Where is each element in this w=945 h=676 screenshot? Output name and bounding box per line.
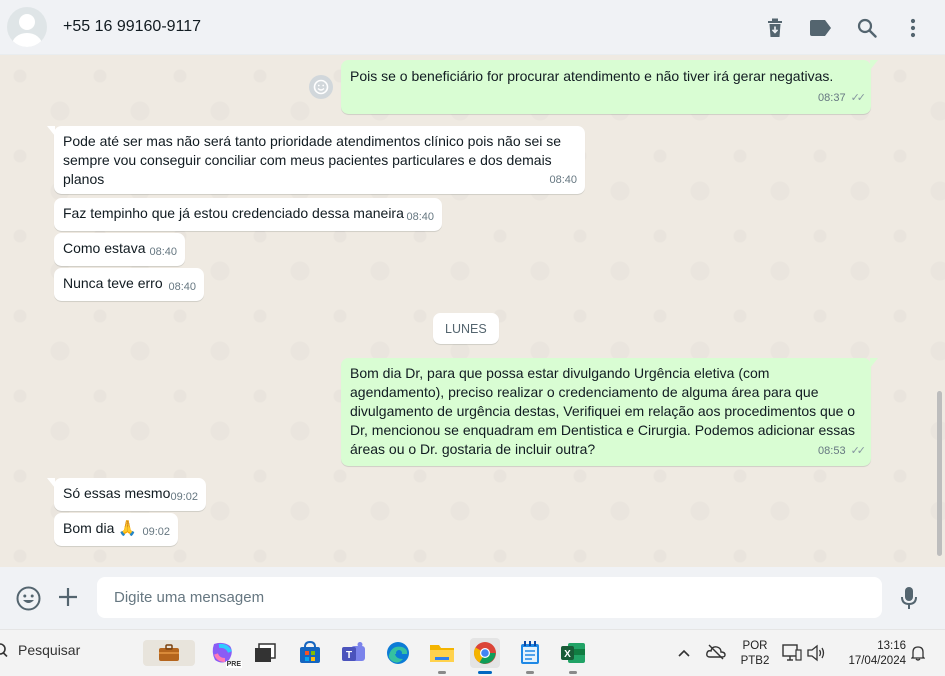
notepad-icon[interactable]	[515, 638, 545, 674]
message-text: Só essas mesmo	[63, 485, 171, 501]
svg-text:T: T	[346, 650, 352, 661]
copilot-badge: PRE	[225, 661, 242, 668]
message-text: Pode até ser mas não será tanto priorida…	[63, 133, 562, 187]
praying-hands-emoji: 🙏	[118, 520, 137, 537]
clock-date: 17/04/2024	[848, 655, 906, 667]
briefcase-icon[interactable]	[143, 640, 195, 666]
message-text: Pois se o beneficiário for procurar aten…	[350, 68, 834, 84]
message-meta: 08:40	[406, 208, 434, 227]
menu-icon[interactable]	[901, 16, 925, 40]
message-meta: 09:02	[170, 488, 198, 507]
message-time: 08:37	[818, 92, 846, 104]
message-text: Faz tempinho que já estou credenciado de…	[63, 205, 404, 221]
clock-time: 13:16	[877, 640, 906, 652]
message-meta: 08:40	[149, 243, 177, 262]
composer-bar: Digite uma mensagem	[0, 567, 945, 629]
message-text: Bom dia	[63, 520, 115, 536]
message-meta: 08:37 ✓✓	[818, 89, 867, 108]
message-time: 08:40	[149, 246, 177, 258]
microsoft-store-icon[interactable]	[295, 638, 325, 668]
copilot-icon[interactable]: PRE	[208, 638, 242, 668]
running-indicator	[569, 671, 577, 674]
message-incoming[interactable]: Só essas mesmo 09:02	[47, 478, 206, 511]
excel-icon[interactable]: X	[558, 638, 588, 674]
date-separator: LUNES	[433, 313, 499, 344]
message-time: 09:02	[170, 491, 198, 503]
message-time: 08:53	[818, 445, 846, 457]
contact-name[interactable]: +55 16 99160-9117	[63, 18, 201, 36]
notification-bell-icon[interactable]	[910, 645, 926, 666]
contact-avatar[interactable]	[7, 7, 47, 47]
message-time: 08:40	[549, 174, 577, 186]
chevron-up-icon[interactable]	[677, 645, 691, 663]
read-receipt-icon: ✓✓	[850, 445, 867, 457]
label-icon[interactable]	[809, 16, 833, 40]
header-actions	[763, 0, 925, 55]
search-icon[interactable]	[855, 16, 879, 40]
running-indicator	[438, 671, 446, 674]
message-time: 08:40	[168, 281, 196, 293]
edge-icon[interactable]	[383, 638, 413, 668]
plus-icon[interactable]	[57, 586, 79, 613]
delete-icon[interactable]	[763, 16, 787, 40]
message-meta: 08:40	[549, 171, 577, 190]
language-indicator[interactable]: POR PTB2	[738, 639, 772, 669]
search-label: Pesquisar	[18, 642, 81, 658]
emoji-icon[interactable]	[16, 586, 41, 616]
mic-icon[interactable]	[900, 586, 918, 615]
taskbar-search[interactable]: Pesquisar	[0, 642, 80, 658]
svg-text:X: X	[564, 649, 571, 660]
reaction-button[interactable]	[309, 75, 333, 99]
message-outgoing[interactable]: Pois se o beneficiário for procurar aten…	[341, 60, 878, 114]
search-icon	[0, 643, 8, 657]
windows-taskbar: Pesquisar PRE T X POR PTB2 13:16 17/04/2…	[0, 629, 945, 676]
network-icon[interactable]	[782, 644, 802, 667]
message-text: Nunca teve erro	[63, 275, 163, 291]
message-text: Bom dia Dr, para que possa estar divulga…	[350, 365, 856, 457]
message-incoming[interactable]: Como estava 08:40	[54, 233, 185, 266]
message-time: 08:40	[406, 211, 434, 223]
message-incoming[interactable]: Bom dia 🙏 09:02	[54, 513, 178, 546]
message-meta: 09:02	[142, 523, 170, 542]
system-clock[interactable]: 13:16 17/04/2024	[838, 639, 906, 669]
message-meta: 08:53 ✓✓	[818, 442, 867, 461]
chrome-icon[interactable]	[470, 638, 500, 674]
message-incoming[interactable]: Nunca teve erro 08:40	[54, 268, 204, 301]
scrollbar[interactable]	[937, 391, 942, 556]
language-code: POR	[742, 640, 768, 652]
message-incoming[interactable]: Faz tempinho que já estou credenciado de…	[54, 198, 442, 231]
running-indicator	[526, 671, 534, 674]
active-indicator	[478, 671, 492, 674]
message-outgoing[interactable]: Bom dia Dr, para que possa estar divulga…	[341, 358, 878, 466]
message-time: 09:02	[142, 526, 170, 538]
message-list[interactable]: Pois se o beneficiário for procurar aten…	[0, 56, 945, 567]
file-explorer-icon[interactable]	[427, 638, 457, 674]
message-incoming[interactable]: Pode até ser mas não será tanto priorida…	[47, 126, 585, 194]
chat-header: +55 16 99160-9117	[0, 0, 945, 55]
volume-icon[interactable]	[806, 644, 826, 667]
read-receipt-icon: ✓✓	[850, 92, 867, 104]
onedrive-offline-icon[interactable]	[706, 644, 726, 665]
message-text: Como estava	[63, 240, 146, 256]
teams-icon[interactable]: T	[339, 638, 369, 668]
keyboard-layout: PTB2	[740, 655, 770, 667]
message-input[interactable]: Digite uma mensagem	[97, 577, 882, 618]
message-meta: 08:40	[168, 278, 196, 297]
task-view-icon[interactable]	[250, 638, 280, 668]
